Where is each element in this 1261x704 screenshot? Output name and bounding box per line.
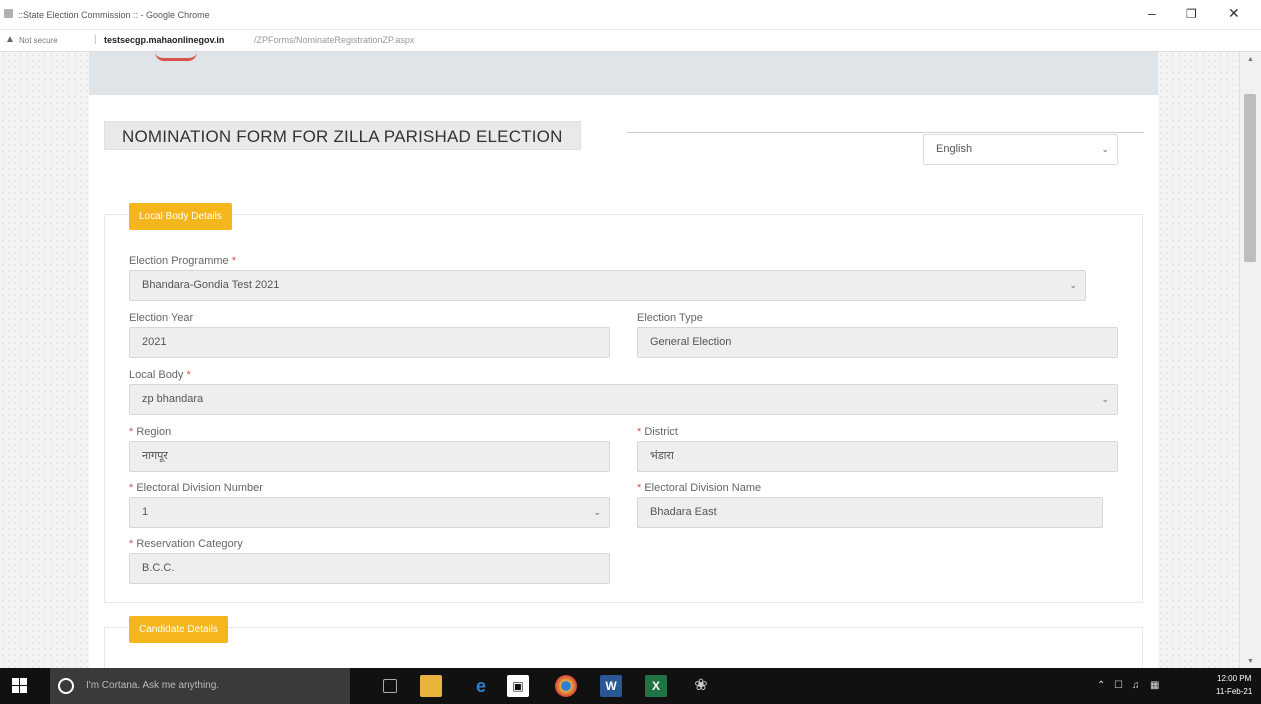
cortana-placeholder: I'm Cortana. Ask me anything. — [86, 680, 220, 691]
scroll-up-icon[interactable]: ▲ — [1247, 56, 1254, 63]
election-year-field[interactable]: 2021 — [129, 327, 610, 358]
title-divider — [627, 132, 1144, 133]
clock-date: 11-Feb-21 — [1216, 687, 1253, 696]
word-icon[interactable]: W — [600, 675, 622, 697]
cortana-circle-icon — [58, 678, 74, 694]
url-host[interactable]: testsecgp.mahaonlinegov.in — [104, 35, 224, 45]
election-year-label: Election Year — [129, 312, 194, 324]
reservation-category-field[interactable]: B.C.C. — [129, 553, 610, 584]
vertical-scrollbar[interactable]: ▲ ▼ — [1239, 52, 1261, 668]
browser-title-bar: ::State Election Commission :: - Google … — [0, 0, 1261, 30]
chevron-down-icon: ⌄ — [593, 507, 601, 517]
chevron-down-icon: ⌄ — [1101, 144, 1109, 154]
minimize-button[interactable]: – — [1148, 5, 1156, 21]
security-label[interactable]: Not secure — [19, 36, 58, 45]
warning-triangle-icon: ▲ — [5, 34, 15, 45]
task-view-icon[interactable] — [383, 679, 397, 693]
site-header — [89, 52, 1158, 95]
section-badge-local-body: Local Body Details — [129, 203, 232, 230]
excel-icon[interactable]: X — [645, 675, 667, 697]
language-select[interactable]: English ⌄ — [923, 134, 1118, 165]
election-type-label: Election Type — [637, 312, 703, 324]
local-body-label: Local Body * — [129, 369, 191, 381]
edge-icon[interactable]: e — [470, 675, 492, 697]
district-label: * District — [637, 426, 678, 438]
electoral-division-number-value: 1 — [142, 506, 149, 518]
local-body-value: zp bhandara — [142, 393, 204, 405]
page-container: NOMINATION FORM FOR ZILLA PARISHAD ELECT… — [89, 52, 1158, 668]
scrollbar-thumb[interactable] — [1244, 94, 1256, 262]
start-icon-tile — [20, 678, 27, 685]
reservation-category-label: * Reservation Category — [129, 538, 243, 550]
volume-icon[interactable]: ♫ — [1132, 680, 1140, 691]
system-clock[interactable]: 12:00 PM 11-Feb-21 — [1216, 672, 1252, 698]
windows-start-button[interactable] — [12, 678, 28, 694]
window-title: ::State Election Commission :: - Google … — [18, 10, 210, 20]
clock-time: 12:00 PM — [1217, 674, 1252, 683]
start-icon-tile — [20, 686, 27, 693]
district-field[interactable]: भंडारा — [637, 441, 1118, 472]
election-programme-select[interactable]: Bhandara-Gondia Test 2021 ⌄ — [129, 270, 1086, 301]
logo — [155, 52, 197, 61]
electoral-division-number-label: * Electoral Division Number — [129, 482, 263, 494]
tray-chevron-up-icon[interactable]: ⌃ — [1097, 680, 1105, 691]
store-icon[interactable]: ▣ — [507, 675, 529, 697]
local-body-select[interactable]: zp bhandara ⌄ — [129, 384, 1118, 415]
chevron-down-icon: ⌄ — [1069, 280, 1077, 290]
language-select-value: English — [936, 143, 973, 155]
notification-icon[interactable]: ▦ — [1150, 680, 1159, 691]
scroll-down-icon[interactable]: ▼ — [1247, 658, 1254, 665]
page-viewport: NOMINATION FORM FOR ZILLA PARISHAD ELECT… — [0, 52, 1239, 668]
url-separator: | — [94, 34, 97, 45]
election-programme-label: Election Programme * — [129, 255, 236, 267]
chevron-down-icon: ⌄ — [1101, 394, 1109, 404]
windows-taskbar: I'm Cortana. Ask me anything. e ▣ W X ❀ … — [0, 668, 1261, 704]
region-field[interactable]: नागपूर — [129, 441, 610, 472]
candidate-fieldset — [104, 627, 1143, 668]
election-programme-value: Bhandara-Gondia Test 2021 — [142, 279, 280, 291]
close-window-button[interactable]: ✕ — [1228, 5, 1240, 22]
electoral-division-name-field[interactable]: Bhadara East — [637, 497, 1103, 528]
form-title: NOMINATION FORM FOR ZILLA PARISHAD ELECT… — [104, 121, 581, 150]
network-icon[interactable]: ☐ — [1114, 680, 1123, 691]
start-icon-tile — [12, 686, 19, 693]
file-explorer-icon[interactable] — [420, 675, 442, 697]
restore-button[interactable]: ❐ — [1186, 7, 1197, 21]
election-type-field[interactable]: General Election — [637, 327, 1118, 358]
address-bar[interactable]: ▲ Not secure | testsecgp.mahaonlinegov.i… — [0, 30, 1261, 52]
paint-icon[interactable]: ❀ — [690, 675, 712, 697]
chrome-window-icon — [4, 9, 13, 18]
url-path[interactable]: /ZPForms/NominateRegistrationZP.aspx — [254, 35, 414, 45]
electoral-division-number-select[interactable]: 1 ⌄ — [129, 497, 610, 528]
section-badge-candidate: Candidate Details — [129, 616, 228, 643]
electoral-division-name-label: * Electoral Division Name — [637, 482, 762, 494]
cortana-search-box[interactable]: I'm Cortana. Ask me anything. — [50, 668, 350, 704]
region-label: * Region — [129, 426, 172, 438]
start-icon-tile — [12, 678, 19, 685]
chrome-icon[interactable] — [555, 675, 577, 697]
